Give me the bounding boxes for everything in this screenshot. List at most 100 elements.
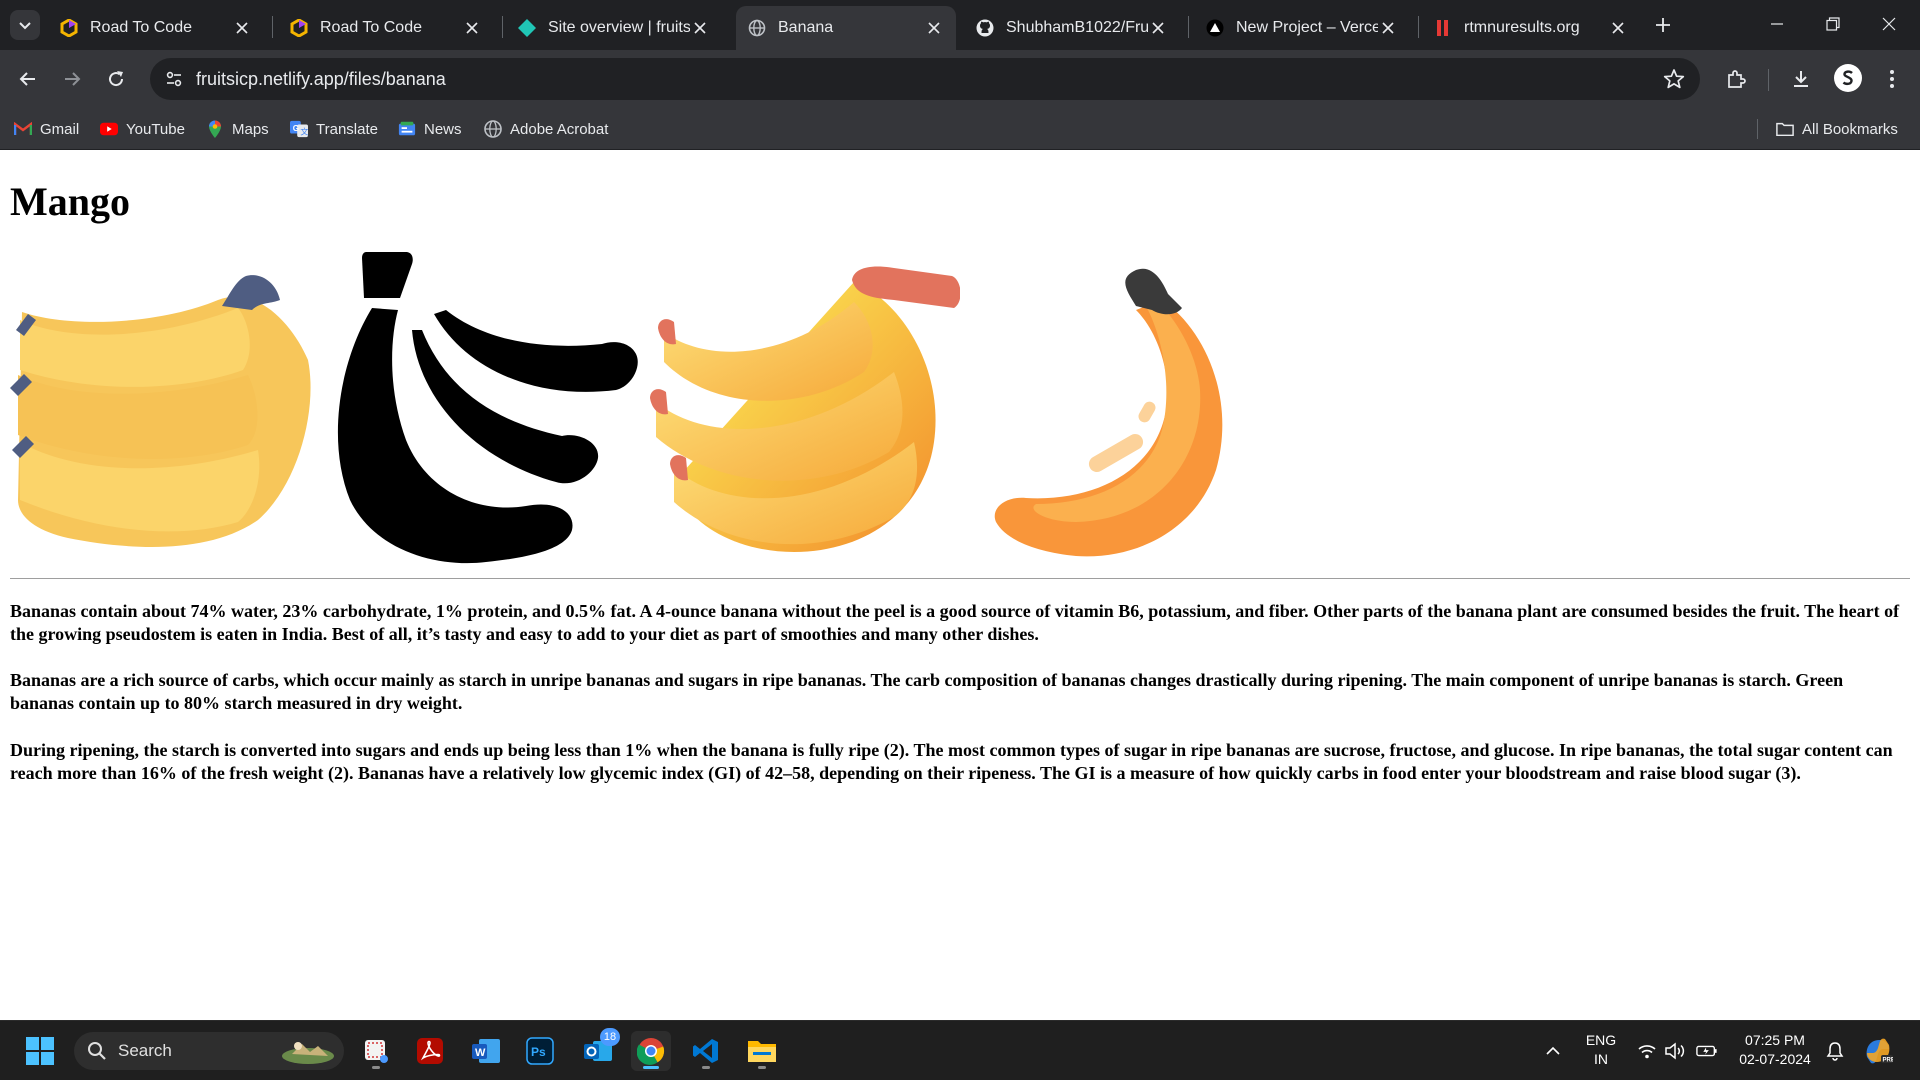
copilot-button[interactable]: PRE — [1862, 1036, 1894, 1066]
arrow-left-icon — [19, 72, 35, 86]
tab-banana[interactable]: Banana — [736, 6, 956, 50]
tab-title: rtmnuresults.org — [1464, 19, 1580, 36]
minimize-button[interactable] — [1754, 8, 1800, 40]
tab-github[interactable]: ShubhamB1022/Fruit — [964, 6, 1180, 50]
close-icon[interactable] — [1608, 18, 1628, 38]
tray-overflow-button[interactable] — [1542, 1040, 1564, 1062]
close-icon[interactable] — [462, 18, 482, 38]
search-placeholder: Search — [118, 1041, 172, 1060]
bookmark-star-icon[interactable] — [1662, 67, 1686, 91]
bookmark-youtube[interactable]: YouTube — [100, 116, 185, 142]
clock-time: 07:25 PM — [1745, 1032, 1805, 1048]
taskbar-search-box[interactable]: Search — [74, 1032, 344, 1070]
windows-taskbar: Search W Ps 18 ENG IN 07:25 PM 02-07-202… — [0, 1020, 1920, 1080]
wifi-icon[interactable] — [1636, 1040, 1658, 1062]
language-indicator[interactable]: ENG IN — [1580, 1031, 1622, 1069]
windows-logo-icon — [26, 1037, 54, 1065]
youtube-icon — [100, 120, 118, 138]
plus-icon — [1656, 18, 1670, 32]
copilot-icon: PRE — [1866, 1038, 1894, 1064]
tab-title: New Project – Vercel — [1236, 19, 1378, 36]
bookmark-label: News — [424, 120, 462, 138]
taskbar-acrobat[interactable] — [410, 1031, 450, 1071]
bookmark-gmail[interactable]: Gmail — [14, 116, 79, 142]
running-indicator — [372, 1066, 380, 1069]
volume-icon[interactable] — [1664, 1040, 1686, 1062]
tab-separator — [272, 16, 273, 38]
folder-icon — [748, 1041, 776, 1062]
notifications-button[interactable] — [1824, 1040, 1846, 1062]
acrobat-icon — [484, 120, 502, 138]
bookmark-adobe-acrobat[interactable]: Adobe Acrobat — [484, 116, 608, 142]
pre-label: PRE — [1883, 1058, 1894, 1064]
arrow-right-icon — [65, 72, 81, 86]
tab-title: Site overview | fruitsic — [548, 19, 690, 36]
taskbar-snipping-tool[interactable] — [356, 1031, 396, 1071]
language-line-2: IN — [1594, 1051, 1608, 1067]
window-close-button[interactable] — [1866, 8, 1912, 40]
profile-avatar[interactable] — [1834, 64, 1862, 92]
taskbar-photoshop[interactable]: Ps — [520, 1031, 560, 1071]
tab-road-to-code-1[interactable]: Road To Code — [48, 6, 264, 50]
back-button[interactable] — [12, 63, 44, 95]
banana-bunch-black-silhouette-image — [337, 252, 638, 564]
address-bar[interactable]: fruitsicp.netlify.app/files/banana — [150, 58, 1700, 100]
taskbar-file-explorer[interactable] — [742, 1031, 782, 1071]
download-icon — [1794, 71, 1808, 87]
banana-bunch-yellow-image — [10, 275, 311, 547]
bookmark-news[interactable]: News — [398, 116, 462, 142]
close-icon[interactable] — [1378, 18, 1398, 38]
tab-rtmnuresults[interactable]: rtmnuresults.org — [1422, 6, 1640, 50]
news-icon — [398, 120, 416, 138]
taskbar-chrome[interactable] — [631, 1031, 671, 1071]
forward-button[interactable] — [56, 63, 88, 95]
taskbar-vscode[interactable] — [686, 1031, 726, 1071]
extensions-button[interactable] — [1720, 63, 1752, 95]
minimize-icon — [1771, 23, 1783, 25]
close-icon[interactable] — [690, 18, 710, 38]
kebab-menu-icon — [1890, 70, 1894, 88]
bookmark-translate[interactable]: G文 Translate — [290, 116, 378, 142]
search-icon — [86, 1040, 108, 1062]
reload-button[interactable] — [100, 63, 132, 95]
clock-date: 02-07-2024 — [1739, 1051, 1811, 1067]
hexagon-icon — [60, 19, 78, 37]
bookmark-label: Gmail — [40, 120, 80, 138]
downloads-button[interactable] — [1785, 63, 1817, 95]
svg-text:W: W — [475, 1047, 486, 1059]
tab-search-button[interactable] — [10, 10, 40, 40]
bookmark-label: Translate — [316, 120, 378, 138]
tab-road-to-code-2[interactable]: Road To Code — [278, 6, 494, 50]
taskbar-word[interactable]: W — [466, 1031, 506, 1071]
banana-bunch-gradient-image — [650, 266, 960, 552]
tab-site-overview[interactable]: Site overview | fruitsic — [506, 6, 722, 50]
site-info-icon[interactable] — [162, 67, 186, 91]
tab-title: Road To Code — [320, 19, 422, 36]
all-bookmarks-button[interactable]: All Bookmarks — [1776, 116, 1898, 142]
chevron-down-icon — [19, 22, 31, 30]
browser-toolbar: fruitsicp.netlify.app/files/banana — [0, 50, 1920, 108]
new-tab-button[interactable] — [1650, 12, 1676, 38]
svg-text:文: 文 — [300, 126, 308, 136]
bell-icon — [1826, 1042, 1844, 1061]
vscode-icon — [693, 1039, 718, 1063]
close-icon[interactable] — [232, 18, 252, 38]
menu-button[interactable] — [1876, 63, 1908, 95]
close-icon — [1882, 17, 1896, 31]
tab-separator — [1188, 16, 1189, 38]
reload-icon — [109, 71, 124, 87]
restore-button[interactable] — [1810, 8, 1856, 40]
netlify-icon — [518, 19, 536, 37]
chrome-icon — [637, 1038, 665, 1065]
tab-title: Road To Code — [90, 19, 192, 36]
start-button[interactable] — [20, 1031, 60, 1071]
toolbar-divider — [1768, 69, 1769, 91]
bookmark-maps[interactable]: Maps — [206, 116, 269, 142]
paragraph-3: During ripening, the starch is converted… — [10, 740, 1893, 783]
close-icon[interactable] — [924, 18, 944, 38]
taskbar-outlook[interactable]: 18 — [578, 1028, 620, 1071]
close-icon[interactable] — [1148, 18, 1168, 38]
tab-vercel[interactable]: New Project – Vercel — [1194, 6, 1410, 50]
clock[interactable]: 07:25 PM 02-07-2024 — [1734, 1031, 1816, 1069]
battery-icon[interactable] — [1696, 1040, 1718, 1062]
